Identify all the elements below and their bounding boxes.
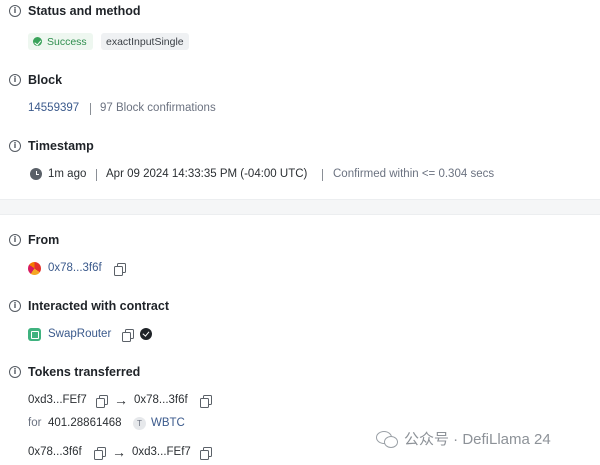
timestamp-label: Timestamp: [28, 139, 94, 153]
transfer-to-address[interactable]: 0xd3...FEf7: [132, 446, 191, 458]
success-check-icon: [33, 37, 42, 46]
watermark: 公众号 · DefiLlama 24: [376, 428, 551, 449]
tokens-label: Tokens transferred: [28, 365, 141, 379]
arrow-right-icon: →: [114, 392, 128, 408]
address-avatar: [28, 262, 41, 275]
copy-icon[interactable]: [200, 395, 212, 408]
info-icon: i: [9, 234, 21, 246]
status-method-label: Status and method: [28, 4, 141, 18]
copy-icon[interactable]: [122, 329, 134, 342]
info-icon: i: [9, 5, 21, 17]
copy-icon[interactable]: [200, 447, 212, 460]
from-label: From: [28, 233, 60, 247]
contract-label: Interacted with contract: [28, 299, 169, 313]
verified-check-icon: [140, 328, 152, 340]
timestamp-relative: 1m ago: [48, 168, 87, 180]
transfer-from-address[interactable]: 0x78...3f6f: [28, 446, 82, 458]
wechat-icon: [376, 430, 398, 448]
section-divider: [0, 199, 600, 215]
block-label: Block: [28, 73, 63, 87]
copy-icon[interactable]: [96, 395, 108, 408]
transfer-for-label: for: [28, 417, 42, 429]
info-icon: i: [9, 300, 21, 312]
token-icon: T: [133, 417, 146, 430]
block-confirmations: 97 Block confirmations: [100, 102, 216, 114]
token-name-link[interactable]: WBTC: [151, 417, 185, 429]
copy-icon[interactable]: [94, 447, 106, 460]
contract-name-link[interactable]: SwapRouter: [48, 328, 111, 340]
contract-icon: [28, 328, 41, 341]
timestamp-confirmed: Confirmed within <= 0.304 secs: [333, 168, 495, 180]
from-address-link[interactable]: 0x78...3f6f: [48, 262, 102, 274]
status-badge: Success: [28, 33, 93, 50]
watermark-text: 公众号 · DefiLlama 24: [404, 431, 551, 448]
info-icon: i: [9, 140, 21, 152]
transfer-to-address[interactable]: 0x78...3f6f: [134, 394, 188, 406]
info-icon: i: [9, 74, 21, 86]
separator: [96, 169, 97, 181]
separator: [322, 169, 323, 181]
block-number-link[interactable]: 14559397: [28, 102, 79, 114]
status-text: Success: [47, 35, 87, 48]
transfer-from-address[interactable]: 0xd3...FEf7: [28, 394, 87, 406]
separator: [90, 103, 91, 115]
timestamp-absolute: Apr 09 2024 14:33:35 PM (-04:00 UTC): [106, 168, 308, 180]
info-icon: i: [9, 366, 21, 378]
transfer-amount: 401.28861468: [48, 417, 122, 429]
copy-icon[interactable]: [114, 263, 126, 276]
arrow-right-icon: →: [112, 444, 126, 460]
clock-icon: [30, 168, 42, 180]
method-badge: exactInputSingle: [101, 33, 189, 50]
